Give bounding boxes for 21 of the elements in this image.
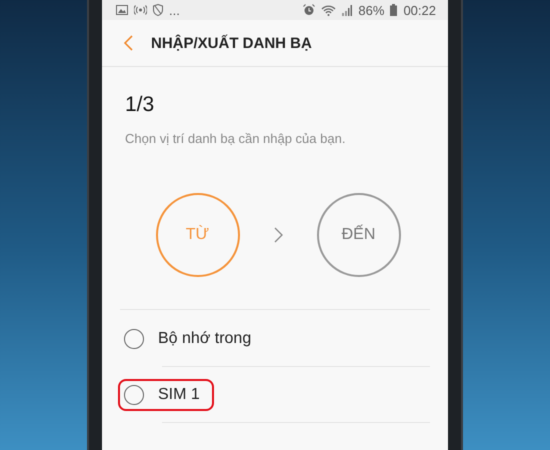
option-label[interactable]: SIM 1: [158, 386, 200, 404]
instruction-text: Chọn vị trí danh bạ cần nhập của bạn.: [125, 131, 346, 146]
back-icon: [124, 35, 133, 51]
radio-button[interactable]: [124, 385, 144, 405]
clock: 00:22: [403, 4, 436, 16]
more-notifications: ...: [169, 4, 180, 16]
option-label[interactable]: Bộ nhớ trong: [158, 330, 252, 348]
alarm-icon: [303, 4, 316, 16]
battery-icon: [390, 4, 398, 16]
shield-icon: [153, 4, 163, 16]
step-circle: TỪ: [156, 193, 240, 277]
image-icon: [116, 5, 128, 15]
wifi-icon: [321, 4, 336, 16]
broadcast-icon: [134, 5, 147, 15]
battery-percent: 86%: [358, 4, 384, 16]
signal-icon: [342, 4, 352, 16]
step-circle: ĐẾN: [316, 193, 400, 277]
radio-button[interactable]: [124, 328, 144, 348]
step-counter: 1/3: [125, 93, 156, 117]
screen-title: NHẬP/XUẤT DANH BẠ: [151, 34, 312, 52]
chevron-right-icon: [274, 227, 282, 243]
